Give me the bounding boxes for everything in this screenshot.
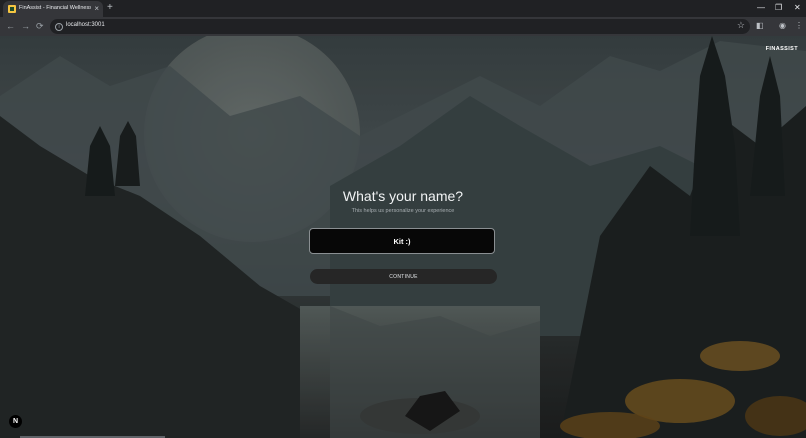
- close-window-icon[interactable]: ✕: [794, 3, 801, 13]
- forward-icon[interactable]: →: [21, 21, 30, 31]
- browser-menu-icon[interactable]: ⋮: [795, 21, 803, 31]
- browser-tab[interactable]: FinAssist - Financial Wellness A ×: [3, 1, 103, 17]
- profile-icon[interactable]: ◉: [779, 21, 786, 31]
- favicon-icon: [8, 5, 16, 13]
- url-text[interactable]: localhost:3001: [66, 22, 105, 28]
- tab-bar: FinAssist - Financial Wellness A × + — ❐…: [0, 0, 806, 17]
- minimize-icon[interactable]: —: [757, 3, 765, 13]
- brand-logo: FINASSIST: [765, 46, 798, 52]
- continue-button[interactable]: CONTINUE: [310, 269, 497, 284]
- back-icon[interactable]: ←: [6, 21, 15, 31]
- site-info-icon[interactable]: i: [55, 22, 63, 31]
- tab-title: FinAssist - Financial Wellness A: [19, 5, 91, 11]
- page-subtitle: This helps us personalize your experienc…: [351, 208, 455, 214]
- tab-close-icon[interactable]: ×: [94, 3, 99, 14]
- page-viewport: FINASSIST What's your name? This helps u…: [0, 36, 806, 438]
- page-title: What's your name?: [342, 188, 464, 204]
- nextjs-dev-badge-icon[interactable]: N: [9, 415, 22, 428]
- new-tab-icon[interactable]: +: [107, 2, 113, 14]
- reload-icon[interactable]: ⟳: [36, 21, 44, 31]
- address-bar[interactable]: i localhost:3001 ☆: [50, 19, 750, 34]
- name-input[interactable]: [309, 228, 495, 254]
- maximize-icon[interactable]: ❐: [775, 3, 782, 13]
- browser-toolbar: ← → ⟳ i localhost:3001 ☆ ◧ ◉ ⋮: [0, 17, 806, 36]
- side-panel-icon[interactable]: ◧: [756, 21, 764, 31]
- bookmark-star-icon[interactable]: ☆: [737, 20, 745, 31]
